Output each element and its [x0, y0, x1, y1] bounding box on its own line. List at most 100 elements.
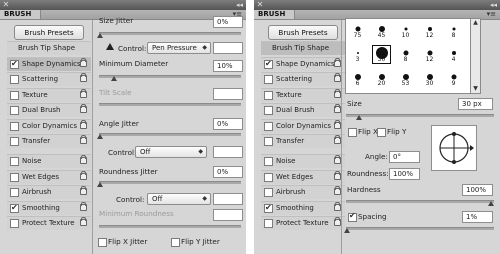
tilt-scale-value[interactable] [213, 88, 243, 100]
angle-value[interactable]: 0° [389, 151, 420, 163]
sidebar-item-checkbox[interactable] [10, 121, 19, 131]
brush-tip-item[interactable]: 53 [397, 70, 414, 87]
roundness-control-select[interactable]: Off ◆ [147, 193, 211, 205]
size-control-extra[interactable] [213, 42, 243, 54]
sidebar-item-texture[interactable]: Texture [261, 87, 345, 102]
sidebar-item-noise[interactable]: Noise [7, 154, 91, 168]
brush-tip-item[interactable]: 8 [397, 46, 414, 63]
minimum-diameter-value[interactable]: 10% [213, 60, 243, 72]
sidebar-item-checkbox[interactable] [264, 58, 273, 70]
sidebar-item-checkbox[interactable] [10, 106, 19, 115]
scroll-down-icon[interactable]: ▼ [471, 85, 480, 93]
brush-tip-item[interactable]: 6 [349, 70, 366, 87]
lock-icon[interactable] [80, 201, 87, 211]
sidebar-item-wet-edges[interactable]: Wet Edges [261, 169, 345, 184]
lock-icon[interactable] [334, 201, 341, 211]
sidebar-item-color-dynamics[interactable]: Color Dynamics [261, 118, 345, 133]
flip-y-jitter-checkbox[interactable] [171, 238, 180, 247]
angle-control-extra[interactable] [213, 146, 243, 158]
sidebar-item-checkbox[interactable] [10, 157, 19, 166]
roundness-control-extra[interactable] [213, 193, 243, 205]
minimum-roundness-slider[interactable] [99, 225, 241, 228]
sidebar-item-smoothing[interactable]: Smoothing [261, 200, 345, 215]
lock-icon[interactable] [334, 155, 341, 164]
sidebar-item-noise[interactable]: Noise [261, 154, 345, 168]
minimum-roundness-value[interactable] [213, 209, 243, 221]
hardness-value[interactable]: 100% [462, 184, 493, 196]
lock-icon[interactable] [334, 170, 341, 180]
close-icon[interactable]: ✕ [256, 0, 264, 10]
flip-y-checkbox[interactable] [377, 128, 386, 137]
lock-icon[interactable] [80, 119, 87, 129]
lock-icon[interactable] [80, 104, 87, 113]
sidebar-item-checkbox[interactable] [264, 202, 273, 214]
lock-icon[interactable] [80, 155, 87, 164]
sidebar-item-checkbox[interactable] [10, 219, 19, 228]
close-icon[interactable]: ✕ [2, 0, 10, 10]
roundness-value[interactable]: 100% [389, 168, 420, 180]
brush-tip-item[interactable]: 12 [421, 22, 438, 39]
sidebar-item-checkbox[interactable] [10, 75, 19, 84]
flip-x-jitter-checkbox[interactable] [98, 238, 107, 247]
roundness-jitter-slider[interactable] [99, 181, 241, 184]
brush-presets-button[interactable]: Brush Presets [14, 25, 84, 40]
tab-brush[interactable]: BRUSH [0, 10, 41, 19]
size-slider-thumb[interactable] [356, 115, 362, 120]
sidebar-item-checkbox[interactable] [10, 202, 19, 214]
hardness-slider-thumb[interactable] [488, 201, 494, 206]
angle-control-select[interactable]: Off ◆ [135, 146, 207, 158]
scroll-up-icon[interactable]: ▲ [471, 19, 480, 27]
sidebar-item-dual-brush[interactable]: Dual Brush [261, 103, 345, 117]
angle-roundness-widget[interactable] [431, 125, 477, 171]
sidebar-item-shape-dynamics[interactable]: Shape Dynamics [7, 56, 91, 71]
sidebar-item-airbrush[interactable]: Airbrush [261, 185, 345, 199]
lock-icon[interactable] [334, 57, 341, 67]
sidebar-item-checkbox[interactable] [264, 137, 273, 146]
sidebar-item-brush-tip-shape[interactable]: Brush Tip Shape [7, 41, 91, 55]
sidebar-item-checkbox[interactable] [264, 75, 273, 84]
lock-icon[interactable] [80, 217, 87, 226]
brush-tip-item[interactable]: 12 [421, 46, 438, 63]
angle-jitter-slider-thumb[interactable] [97, 134, 103, 139]
roundness-jitter-slider-thumb[interactable] [97, 182, 103, 187]
lock-icon[interactable] [334, 88, 341, 98]
sidebar-item-checkbox[interactable] [264, 106, 273, 115]
size-jitter-slider-thumb[interactable] [97, 33, 103, 38]
sidebar-item-transfer[interactable]: Transfer [261, 134, 345, 148]
lock-icon[interactable] [334, 186, 341, 195]
lock-icon[interactable] [80, 57, 87, 67]
sidebar-item-texture[interactable]: Texture [7, 87, 91, 102]
spacing-checkbox[interactable] [348, 211, 357, 222]
spacing-slider[interactable] [346, 227, 494, 230]
sidebar-item-protect-texture[interactable]: Protect Texture [261, 216, 345, 230]
collapse-icon[interactable]: ◂◂ [236, 0, 243, 10]
brush-tip-item[interactable]: 45 [373, 22, 390, 39]
size-value[interactable]: 30 px [458, 98, 493, 110]
sidebar-item-checkbox[interactable] [10, 90, 19, 100]
roundness-jitter-value[interactable]: 0% [213, 166, 243, 178]
tilt-scale-slider[interactable] [99, 103, 241, 106]
spacing-slider-thumb[interactable] [344, 228, 350, 233]
sidebar-item-scattering[interactable]: Scattering [261, 72, 345, 86]
sidebar-item-airbrush[interactable]: Airbrush [7, 185, 91, 199]
brush-tip-item[interactable]: 30 [421, 70, 438, 87]
sidebar-item-checkbox[interactable] [10, 137, 19, 146]
brush-tip-scrollbar[interactable]: ▲ ▼ [470, 18, 481, 94]
brush-tip-item[interactable]: 9 [445, 70, 462, 87]
minimum-diameter-slider[interactable] [99, 75, 241, 78]
brush-tip-item[interactable]: 20 [373, 70, 390, 87]
sidebar-item-shape-dynamics[interactable]: Shape Dynamics [261, 56, 345, 71]
angle-jitter-slider[interactable] [99, 133, 241, 136]
size-control-select[interactable]: Pen Pressure ◆ [147, 42, 211, 54]
lock-icon[interactable] [334, 119, 341, 129]
flip-x-checkbox[interactable] [348, 128, 357, 137]
sidebar-item-checkbox[interactable] [10, 58, 19, 70]
collapse-icon[interactable]: ◂◂ [490, 0, 497, 10]
sidebar-item-smoothing[interactable]: Smoothing [7, 200, 91, 215]
size-jitter-slider[interactable] [99, 32, 241, 35]
angle-jitter-value[interactable]: 0% [213, 118, 243, 130]
sidebar-item-checkbox[interactable] [264, 157, 273, 166]
lock-icon[interactable] [80, 73, 87, 82]
lock-icon[interactable] [334, 135, 341, 144]
brush-tip-item[interactable]: 30 [372, 45, 391, 64]
